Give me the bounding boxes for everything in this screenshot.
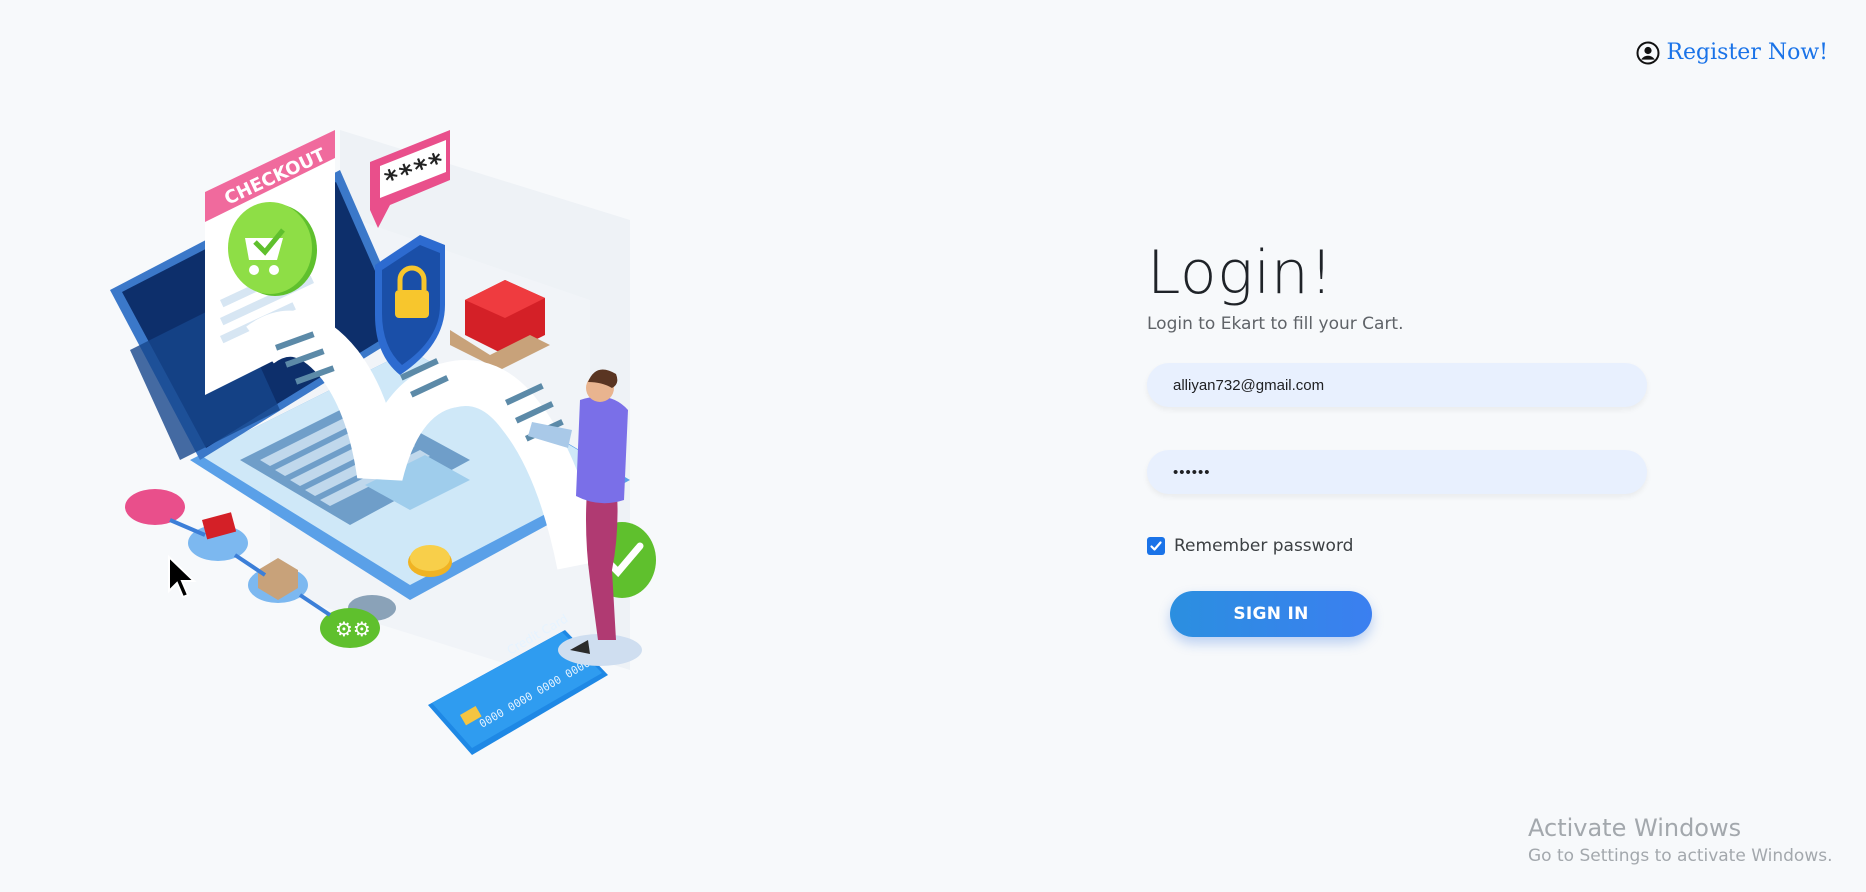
register-label[interactable]: Register Now!: [1666, 40, 1828, 65]
password-field[interactable]: [1147, 450, 1647, 494]
mouse-cursor-icon: [168, 555, 197, 599]
remember-checkbox[interactable]: [1147, 537, 1165, 555]
remember-password-row: Remember password: [1147, 536, 1647, 556]
email-field[interactable]: [1147, 363, 1647, 407]
register-link[interactable]: Register Now!: [1636, 40, 1828, 65]
checkout-illustration: CHECKOUT **** Credit Card 0000 0000 0000…: [110, 130, 656, 755]
login-page: Register Now! CHECKOUT **** Credit Card …: [0, 0, 1866, 892]
svg-text:⚙⚙: ⚙⚙: [335, 617, 371, 641]
cursor-node: [125, 489, 185, 525]
checkmark-icon: [1150, 541, 1162, 551]
remember-label: Remember password: [1174, 536, 1354, 556]
page-title: Login!: [1147, 238, 1334, 308]
watermark-title: Activate Windows: [1528, 814, 1742, 842]
watermark-subtitle: Go to Settings to activate Windows.: [1528, 846, 1833, 866]
page-subtitle: Login to Ekart to fill your Cart.: [1147, 314, 1404, 334]
user-circle-icon: [1636, 41, 1660, 64]
activate-windows-watermark: Activate Windows Go to Settings to activ…: [1528, 814, 1833, 866]
sign-in-button[interactable]: SIGN IN: [1170, 591, 1372, 637]
login-form: Login! Login to Ekart to fill your Cart.…: [1147, 240, 1647, 637]
